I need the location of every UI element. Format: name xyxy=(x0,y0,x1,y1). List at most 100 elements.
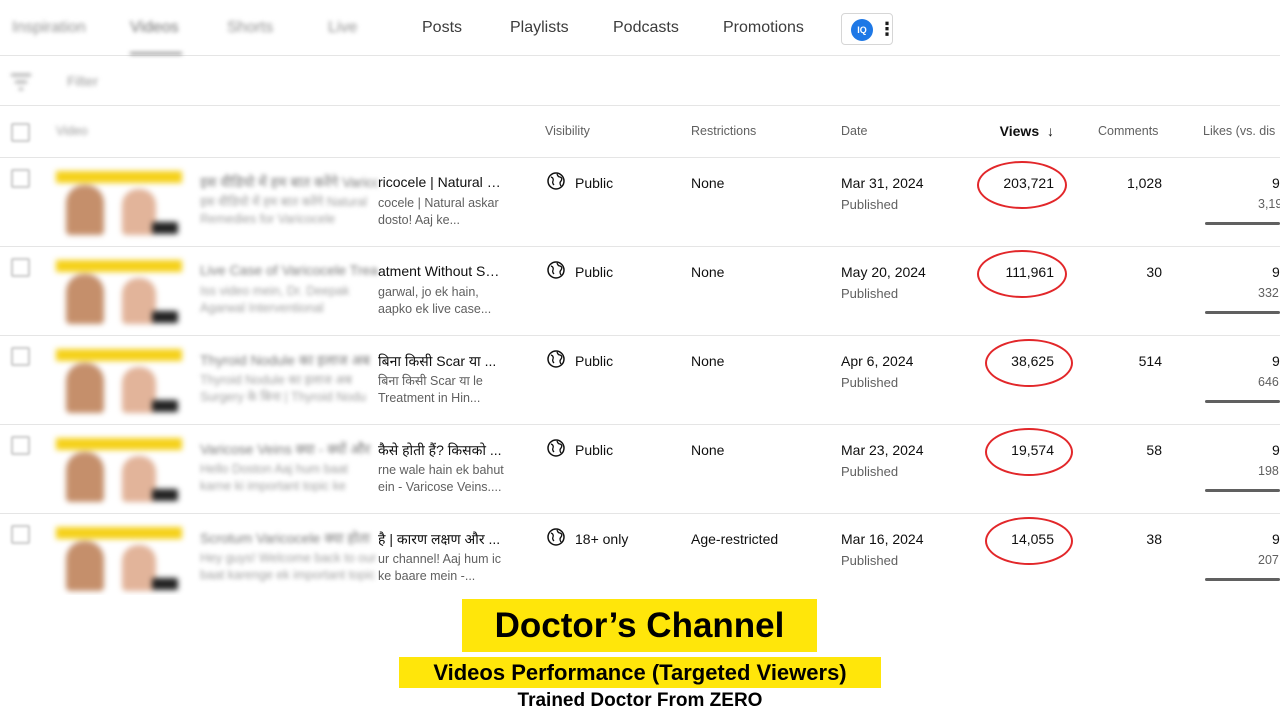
table-header: Video Visibility Restrictions Date Views… xyxy=(0,106,1280,158)
row-checkbox[interactable] xyxy=(11,258,30,277)
publish-status: Published xyxy=(841,197,899,212)
row-checkbox[interactable] xyxy=(11,525,30,544)
visibility-globe-icon xyxy=(546,349,566,369)
column-header-likes[interactable]: Likes (vs. dis xyxy=(1203,124,1275,138)
visibility-value[interactable]: Public xyxy=(575,264,613,280)
tab-shorts[interactable]: Shorts xyxy=(227,19,273,37)
likes-percent: 9 xyxy=(1272,175,1280,191)
row-checkbox[interactable] xyxy=(11,436,30,455)
views-value: 19,574 xyxy=(1011,442,1054,458)
views-header-label: Views xyxy=(999,123,1040,139)
select-all-checkbox[interactable] xyxy=(11,123,30,142)
visibility-globe-icon xyxy=(546,260,566,280)
likes-count: 3,190 xyxy=(1258,197,1280,211)
visibility-value[interactable]: Public xyxy=(575,175,613,191)
publish-status: Published xyxy=(841,553,899,568)
video-description: cocele | Natural askar dosto! Aaj ke... xyxy=(378,196,499,227)
comments-value: 1,028 xyxy=(1126,175,1162,191)
likes-count: 646 xyxy=(1258,375,1279,389)
likes-count: 207 xyxy=(1258,553,1279,567)
likes-percent: 9 xyxy=(1272,264,1280,280)
visibility-globe-icon xyxy=(546,171,566,191)
publish-status: Published xyxy=(841,464,899,479)
video-title[interactable]: बिना किसी Scar या ... xyxy=(378,352,504,371)
likes-percent: 9 xyxy=(1272,531,1280,547)
likes-ratio-bar xyxy=(1205,489,1280,492)
likes-ratio-bar xyxy=(1205,400,1280,403)
channel-tabs: Inspiration Videos Shorts Live Posts Pla… xyxy=(0,0,1280,56)
restrictions-value: None xyxy=(691,264,725,280)
visibility-globe-icon xyxy=(546,527,566,547)
video-thumbnail[interactable] xyxy=(56,345,182,416)
publish-status: Published xyxy=(841,286,899,301)
column-header-views[interactable]: Views ↓ xyxy=(998,123,1054,139)
comments-value: 30 xyxy=(1146,264,1162,280)
table-row[interactable]: Scrotum Varicocele क्या होता Hey guys! W… xyxy=(0,514,1280,603)
video-description: rne wale hain ek bahut ein - Varicose Ve… xyxy=(378,463,504,494)
column-header-comments[interactable]: Comments xyxy=(1098,124,1158,138)
filter-input[interactable]: Filter xyxy=(67,73,98,89)
date-value: Mar 23, 2024 xyxy=(841,442,924,458)
tab-videos[interactable]: Videos xyxy=(130,19,179,37)
table-row[interactable]: Live Case of Varicocele Treat Iss video … xyxy=(0,247,1280,336)
visibility-globe-icon xyxy=(546,438,566,458)
tab-podcasts[interactable]: Podcasts xyxy=(613,19,679,37)
more-vert-icon[interactable]: ⋮ xyxy=(878,17,896,41)
video-title-blurred: Scrotum Varicocele क्या होता xyxy=(200,530,371,546)
column-header-video: Video xyxy=(56,124,88,138)
visibility-value[interactable]: Public xyxy=(575,442,613,458)
table-row[interactable]: Varicose Veins क्या - क्यों और Hello Dos… xyxy=(0,425,1280,514)
tab-inspiration[interactable]: Inspiration xyxy=(12,19,86,37)
video-title[interactable]: कैसे होती हैं? किसको ... xyxy=(378,441,504,460)
views-value: 203,721 xyxy=(1003,175,1054,191)
views-value: 38,625 xyxy=(1011,353,1054,369)
tab-promotions[interactable]: Promotions xyxy=(723,19,804,37)
date-value: Mar 31, 2024 xyxy=(841,175,924,191)
likes-ratio-bar xyxy=(1205,311,1280,314)
video-title-blurred: Thyroid Nodule का इलाज अब xyxy=(200,352,371,368)
views-value: 111,961 xyxy=(1005,264,1054,280)
likes-count: 332 xyxy=(1258,286,1279,300)
column-header-restrictions: Restrictions xyxy=(691,124,757,138)
restrictions-value: None xyxy=(691,442,725,458)
video-description-blurred: इस वीडियो में हम बात करेंगे Natural Reme… xyxy=(200,195,368,230)
likes-ratio-bar xyxy=(1205,222,1280,225)
video-thumbnail[interactable] xyxy=(56,434,182,505)
tab-posts[interactable]: Posts xyxy=(422,19,462,37)
date-value: Mar 16, 2024 xyxy=(841,531,924,547)
video-description-blurred: Hello Doston Aaj hum baat karne ki impor… xyxy=(200,462,349,497)
likes-percent: 9 xyxy=(1272,353,1280,369)
video-title[interactable]: ricocele | Natural R... xyxy=(378,174,504,190)
video-description-blurred: Thyroid Nodule का इलाज अब Surgery के बिन… xyxy=(200,373,367,404)
video-title[interactable]: atment Without Sur... xyxy=(378,263,504,279)
video-title-blurred: इस वीडियो में हम बात करेंगे Varicocele xyxy=(200,174,378,190)
row-checkbox[interactable] xyxy=(11,169,30,188)
video-description: ur channel! Aaj hum ic ke baare mein -..… xyxy=(378,552,501,583)
filter-bar: Filter xyxy=(0,56,1280,106)
likes-count: 198 xyxy=(1258,464,1279,478)
video-description: बिना किसी Scar या le Treatment in Hin... xyxy=(378,374,483,405)
column-header-visibility: Visibility xyxy=(545,124,590,138)
active-tab-indicator xyxy=(130,52,182,55)
visibility-value[interactable]: Public xyxy=(575,353,613,369)
video-title[interactable]: है | कारण लक्षण और ... xyxy=(378,530,504,549)
video-thumbnail[interactable] xyxy=(56,256,182,327)
views-value: 14,055 xyxy=(1011,531,1054,547)
filter-icon[interactable] xyxy=(10,72,32,92)
date-value: May 20, 2024 xyxy=(841,264,926,280)
extension-button[interactable]: IQ ⋮ xyxy=(841,13,896,45)
video-thumbnail[interactable] xyxy=(56,167,182,238)
visibility-value[interactable]: 18+ only xyxy=(575,531,628,547)
tab-playlists[interactable]: Playlists xyxy=(510,19,569,37)
restrictions-value: Age-restricted xyxy=(691,531,779,547)
table-row[interactable]: इस वीडियो में हम बात करेंगे Varicocele इ… xyxy=(0,158,1280,247)
caption-subtitle: Videos Performance (Targeted Viewers) xyxy=(399,657,881,688)
sort-arrow-icon: ↓ xyxy=(1047,123,1054,139)
likes-percent: 9 xyxy=(1272,442,1280,458)
column-header-date[interactable]: Date xyxy=(841,124,867,138)
row-checkbox[interactable] xyxy=(11,347,30,366)
video-description-blurred: Iss video mein, Dr. Deepak Agarwal Inter… xyxy=(200,284,350,319)
tab-live[interactable]: Live xyxy=(328,19,357,37)
video-thumbnail[interactable] xyxy=(56,523,182,594)
table-row[interactable]: Thyroid Nodule का इलाज अब Thyroid Nodule… xyxy=(0,336,1280,425)
